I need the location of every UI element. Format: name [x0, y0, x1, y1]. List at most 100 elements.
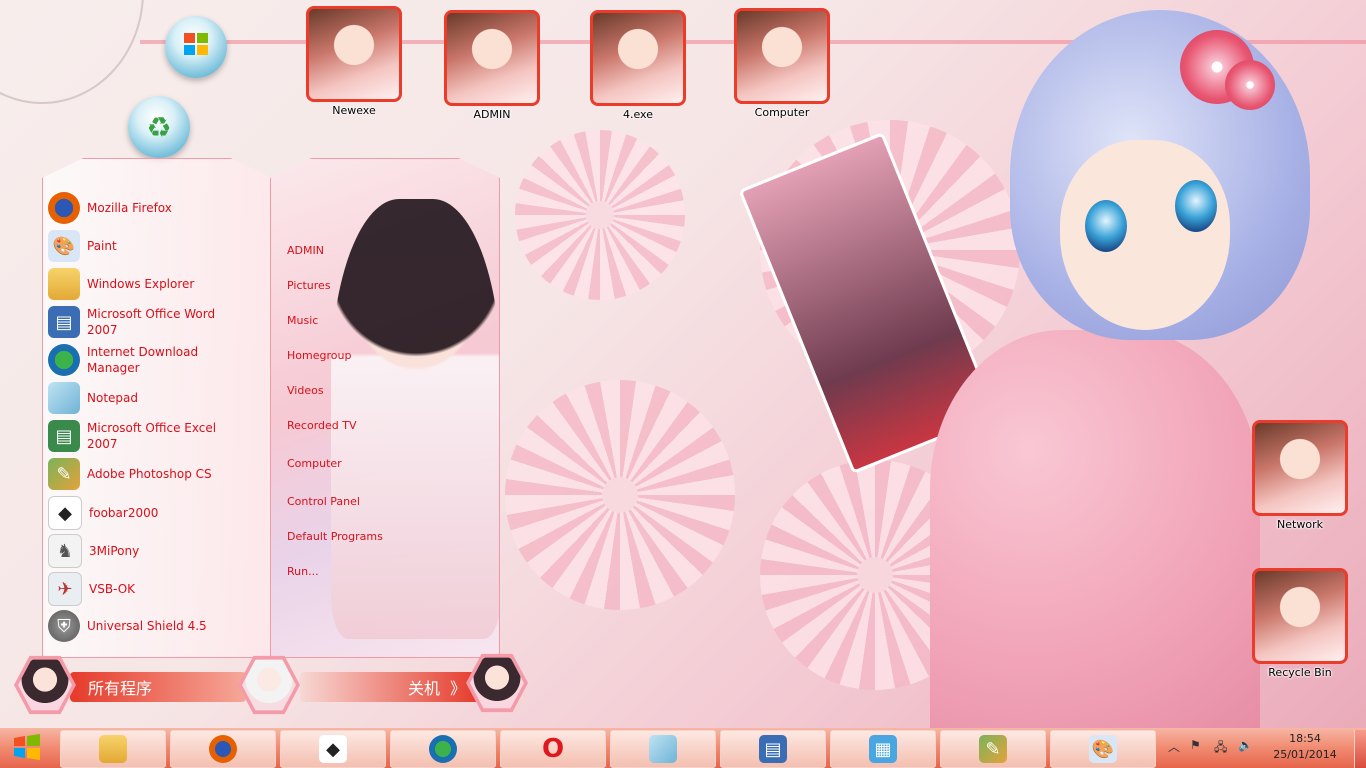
- desktop-icon-4exe[interactable]: 4.exe: [590, 10, 686, 121]
- desktop-icon-label: Newexe: [332, 104, 376, 117]
- start-button[interactable]: [6, 732, 48, 766]
- wallpaper-character-kimono: [930, 330, 1260, 728]
- vsb-icon: ✈: [48, 572, 82, 606]
- place-item-videos[interactable]: Videos: [287, 384, 324, 397]
- windows-logo-icon: [182, 30, 210, 65]
- taskbar-paint-button[interactable]: 🎨: [1050, 730, 1156, 768]
- program-item-paint[interactable]: 🎨 Paint: [48, 230, 227, 262]
- place-item-homegroup[interactable]: Homegroup: [287, 349, 351, 362]
- desktop-icon-computer[interactable]: Computer: [734, 8, 830, 119]
- program-item-windows-explorer[interactable]: Windows Explorer: [48, 268, 227, 300]
- desktop-icon-admin[interactable]: ADMIN: [444, 10, 540, 121]
- program-item-notepad[interactable]: Notepad: [48, 382, 227, 414]
- paint-icon: 🎨: [1089, 735, 1117, 763]
- desktop-icon-recycle-bin[interactable]: Recycle Bin: [1252, 568, 1348, 679]
- recycle-icon: ♻: [146, 110, 172, 144]
- program-label: Universal Shield 4.5: [87, 619, 207, 633]
- all-programs-button[interactable]: 所有程序: [70, 672, 246, 702]
- parasol-decoration: [505, 380, 735, 610]
- place-item-music[interactable]: Music: [287, 314, 318, 327]
- clock-time: 18:54: [1289, 732, 1321, 745]
- desktop-icon-network[interactable]: Network: [1252, 420, 1348, 531]
- photoshop-icon: ✎: [48, 458, 80, 490]
- foobar-icon: ◆: [48, 496, 82, 530]
- desktop-icon-label: 4.exe: [622, 108, 653, 121]
- program-label: 3MiPony: [89, 544, 140, 558]
- windows-orb-gadget[interactable]: [165, 16, 227, 78]
- desktop-icon-newexe[interactable]: Newexe: [306, 6, 402, 117]
- network-status-icon[interactable]: 🖧: [1214, 738, 1227, 759]
- admin-thumbnail-icon: [444, 10, 540, 106]
- program-item-vsb-ok[interactable]: ✈ VSB-OK: [48, 572, 229, 606]
- program-item-word[interactable]: ▤ Microsoft Office Word 2007: [48, 306, 227, 338]
- program-item-excel[interactable]: ▤ Microsoft Office Excel 2007: [48, 420, 227, 452]
- wallpaper-character-eye: [1085, 200, 1127, 252]
- program-label: Microsoft Office Excel 2007: [87, 421, 217, 451]
- desktop-icon-label: ADMIN: [473, 108, 511, 121]
- shutdown-label: 关机: [407, 679, 440, 698]
- program-label: Paint: [87, 239, 117, 253]
- program-item-foobar2000[interactable]: ◆ foobar2000: [48, 496, 229, 530]
- idm-icon: [48, 344, 80, 376]
- tray-expand-chevron-icon[interactable]: ︿: [1168, 738, 1180, 755]
- taskbar-idm-button[interactable]: [390, 730, 496, 768]
- place-item-admin[interactable]: ADMIN: [287, 244, 324, 257]
- program-label: Windows Explorer: [87, 277, 195, 291]
- program-label: Adobe Photoshop CS: [87, 467, 212, 481]
- taskbar-control-panel-button[interactable]: ▦: [830, 730, 936, 768]
- program-label: Notepad: [87, 391, 138, 405]
- program-item-idm[interactable]: Internet Download Manager: [48, 344, 227, 376]
- word-icon: ▤: [759, 735, 787, 763]
- program-label: Microsoft Office Word 2007: [87, 307, 216, 337]
- place-item-default-programs[interactable]: Default Programs: [287, 530, 383, 543]
- program-item-firefox[interactable]: Mozilla Firefox: [48, 192, 227, 224]
- shutdown-button[interactable]: 关机 》: [300, 672, 480, 702]
- hair-flower-art: [1225, 60, 1275, 110]
- idm-icon: [429, 735, 457, 763]
- program-label: VSB-OK: [89, 582, 136, 596]
- taskbar-foobar-button[interactable]: ◆: [280, 730, 386, 768]
- program-item-3mipony[interactable]: ♞ 3MiPony: [48, 534, 229, 568]
- place-item-pictures[interactable]: Pictures: [287, 279, 331, 292]
- user-avatar-center: [238, 655, 300, 715]
- excel-icon: ▤: [48, 420, 80, 452]
- pony-icon: ♞: [48, 534, 82, 568]
- word-icon: ▤: [48, 306, 80, 338]
- program-item-universal-shield[interactable]: ⛨ Universal Shield 4.5: [48, 610, 227, 642]
- desktop-icon-label: Network: [1277, 518, 1323, 531]
- shutdown-options-arrow-icon[interactable]: 》: [450, 675, 466, 699]
- volume-icon[interactable]: 🔈: [1238, 738, 1253, 752]
- firefox-icon: [48, 192, 80, 224]
- action-center-flag-icon[interactable]: ⚑: [1190, 738, 1201, 752]
- 4exe-thumbnail-icon: [590, 10, 686, 106]
- taskbar-opera-button[interactable]: O: [500, 730, 606, 768]
- taskbar-word-button[interactable]: ▤: [720, 730, 826, 768]
- notepad-icon: [48, 382, 80, 414]
- desktop-icon-label: Recycle Bin: [1268, 666, 1332, 679]
- place-item-recorded-tv[interactable]: Recorded TV: [287, 419, 357, 432]
- recycle-orb-gadget[interactable]: ♻: [128, 96, 190, 158]
- control-panel-icon: ▦: [869, 735, 897, 763]
- firefox-icon: [209, 735, 237, 763]
- program-label: Internet Download Manager: [87, 345, 199, 375]
- windows-logo-icon: [12, 734, 42, 764]
- clock-gadget-ring: [0, 0, 144, 104]
- photoshop-icon: ✎: [979, 735, 1007, 763]
- place-item-run[interactable]: Run...: [287, 565, 319, 578]
- show-desktop-button[interactable]: [1354, 730, 1366, 768]
- recycle-bin-thumbnail-icon: [1252, 568, 1348, 664]
- network-thumbnail-icon: [1252, 420, 1348, 516]
- taskbar-photoshop-button[interactable]: ✎: [940, 730, 1046, 768]
- place-item-control-panel[interactable]: Control Panel: [287, 495, 360, 508]
- clock-date: 25/01/2014: [1273, 748, 1337, 761]
- taskbar-notepad-button[interactable]: [610, 730, 716, 768]
- computer-thumbnail-icon: [734, 8, 830, 104]
- program-label: foobar2000: [89, 506, 159, 520]
- foobar-icon: ◆: [319, 735, 347, 763]
- place-item-computer[interactable]: Computer: [287, 457, 342, 470]
- taskbar-firefox-button[interactable]: [170, 730, 276, 768]
- parasol-decoration: [515, 130, 685, 300]
- program-item-photoshop[interactable]: ✎ Adobe Photoshop CS: [48, 458, 227, 490]
- taskbar-clock[interactable]: 18:54 25/01/2014: [1268, 731, 1342, 763]
- taskbar-explorer-button[interactable]: [60, 730, 166, 768]
